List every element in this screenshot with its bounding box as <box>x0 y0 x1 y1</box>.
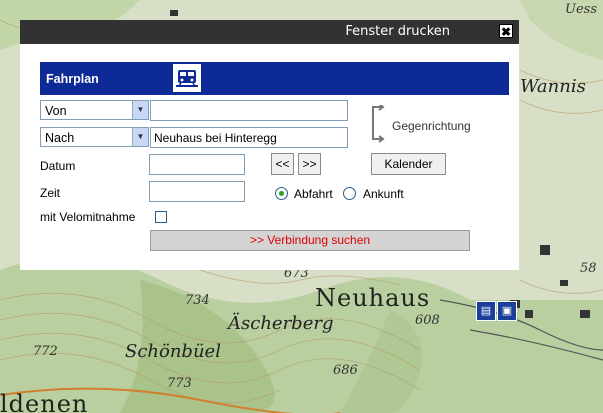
map-label-58: 58 <box>580 261 597 276</box>
map-label-608: 608 <box>415 313 440 328</box>
to-type-select[interactable]: Nach ▼ <box>40 127 149 147</box>
train-station-icon[interactable]: ▣ <box>497 301 517 321</box>
reverse-direction-link[interactable]: Gegenrichtung <box>392 119 471 133</box>
bike-label: mit Velomitnahme <box>40 210 136 224</box>
map-label-neuhaus: Neuhaus <box>315 284 431 312</box>
arrival-label: Ankunft <box>363 187 404 201</box>
window-titlebar: Fenster drucken ✖ <box>20 20 519 44</box>
from-input[interactable] <box>150 100 348 121</box>
map-label-schonbuel: Schönbüel <box>125 341 221 362</box>
panel-header: Fahrplan <box>40 62 509 95</box>
from-type-value: Von <box>45 104 67 118</box>
bus-stop-icon[interactable]: ▤ <box>476 301 496 321</box>
print-window-link[interactable]: Fenster drucken <box>345 24 450 39</box>
departure-radio[interactable] <box>275 187 288 200</box>
map-label-ldenen: ldenen <box>0 390 89 413</box>
chevron-down-icon[interactable]: ▼ <box>132 128 148 146</box>
panel-title: Fahrplan <box>46 72 99 86</box>
train-icon <box>173 64 201 92</box>
swap-direction-icon[interactable] <box>369 105 385 143</box>
bike-checkbox[interactable] <box>155 211 167 223</box>
prev-day-button[interactable]: << <box>271 153 294 175</box>
date-label: Datum <box>40 159 76 173</box>
close-icon[interactable]: ✖ <box>499 24 513 39</box>
map-label-773: 773 <box>167 376 192 391</box>
time-label: Zeit <box>40 186 61 200</box>
date-input[interactable] <box>149 154 245 175</box>
map-label-uess: Uess <box>565 2 597 17</box>
map-label-ascherberg: Äscherberg <box>228 313 334 334</box>
timetable-popup: Fenster drucken ✖ Fahrplan Von ▼ Nach ▼ <box>20 20 519 270</box>
map-label-686: 686 <box>333 363 358 378</box>
from-type-select[interactable]: Von ▼ <box>40 100 149 120</box>
map-label-734: 734 <box>185 293 210 308</box>
next-day-button[interactable]: >> <box>298 153 321 175</box>
to-type-value: Nach <box>45 131 75 145</box>
map-label-wannis: Wannis <box>520 76 586 97</box>
to-input[interactable] <box>150 127 348 148</box>
chevron-down-icon[interactable]: ▼ <box>132 101 148 119</box>
calendar-button[interactable]: Kalender <box>371 153 446 175</box>
time-input[interactable] <box>149 181 245 202</box>
map-label-772: 772 <box>33 344 58 359</box>
search-connection-button[interactable]: >> Verbindung suchen <box>150 230 470 251</box>
arrival-radio[interactable] <box>343 187 356 200</box>
departure-label: Abfahrt <box>294 187 333 201</box>
